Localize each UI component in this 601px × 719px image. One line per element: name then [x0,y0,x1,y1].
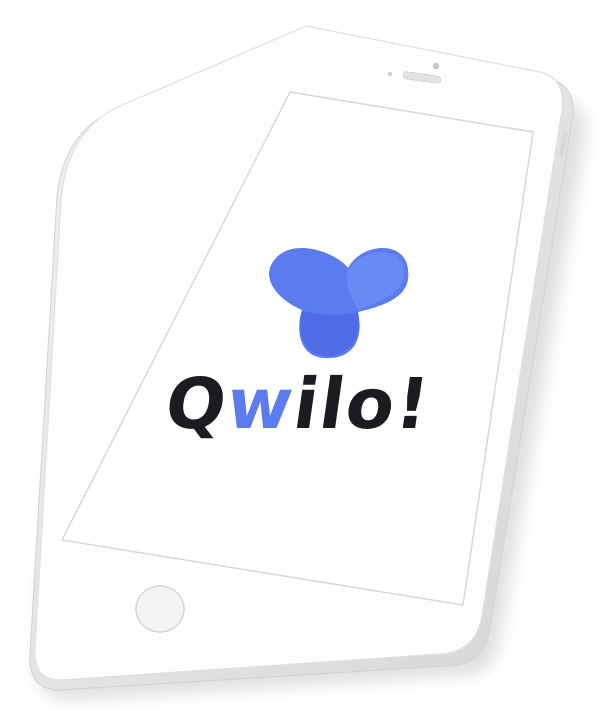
camera-icon [432,62,440,70]
qwilo-wordmark: Qwilo! [160,363,436,445]
wordmark-ilo: ilo! [289,363,436,445]
home-button-icon[interactable] [135,585,185,633]
phone-mockup-scene: Qwilo! [29,25,586,701]
wordmark-q: Q [160,363,233,445]
wordmark-w-accent: w [222,363,300,445]
front-sensor-icon [387,71,393,77]
